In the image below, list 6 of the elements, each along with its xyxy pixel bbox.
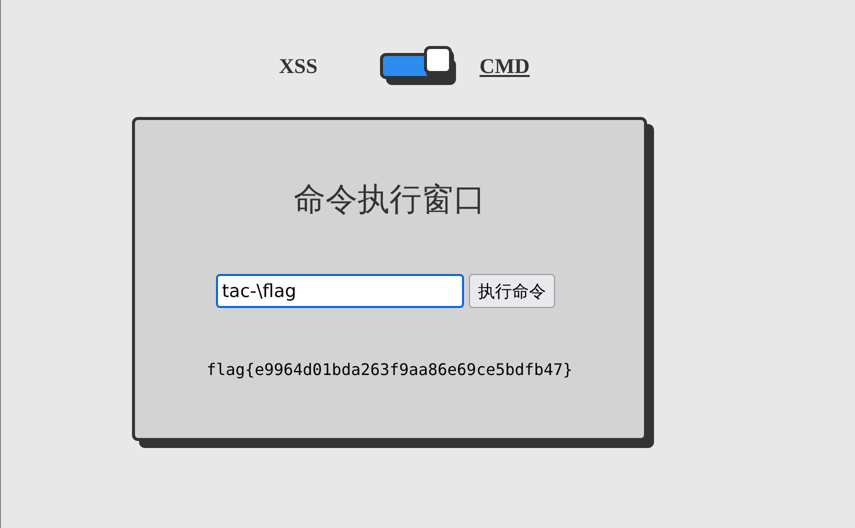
command-output: flag{e9964d01bda263f9aa86e69ce5bdfb47}: [206, 360, 573, 379]
mode-label[interactable]: CMD: [480, 54, 530, 78]
run-command-button[interactable]: 执行命令: [469, 274, 555, 308]
mode-label[interactable]: XSS: [279, 54, 318, 78]
panel-title: 命令执行窗口: [294, 179, 486, 220]
command-input[interactable]: tac-\flag: [216, 274, 464, 308]
